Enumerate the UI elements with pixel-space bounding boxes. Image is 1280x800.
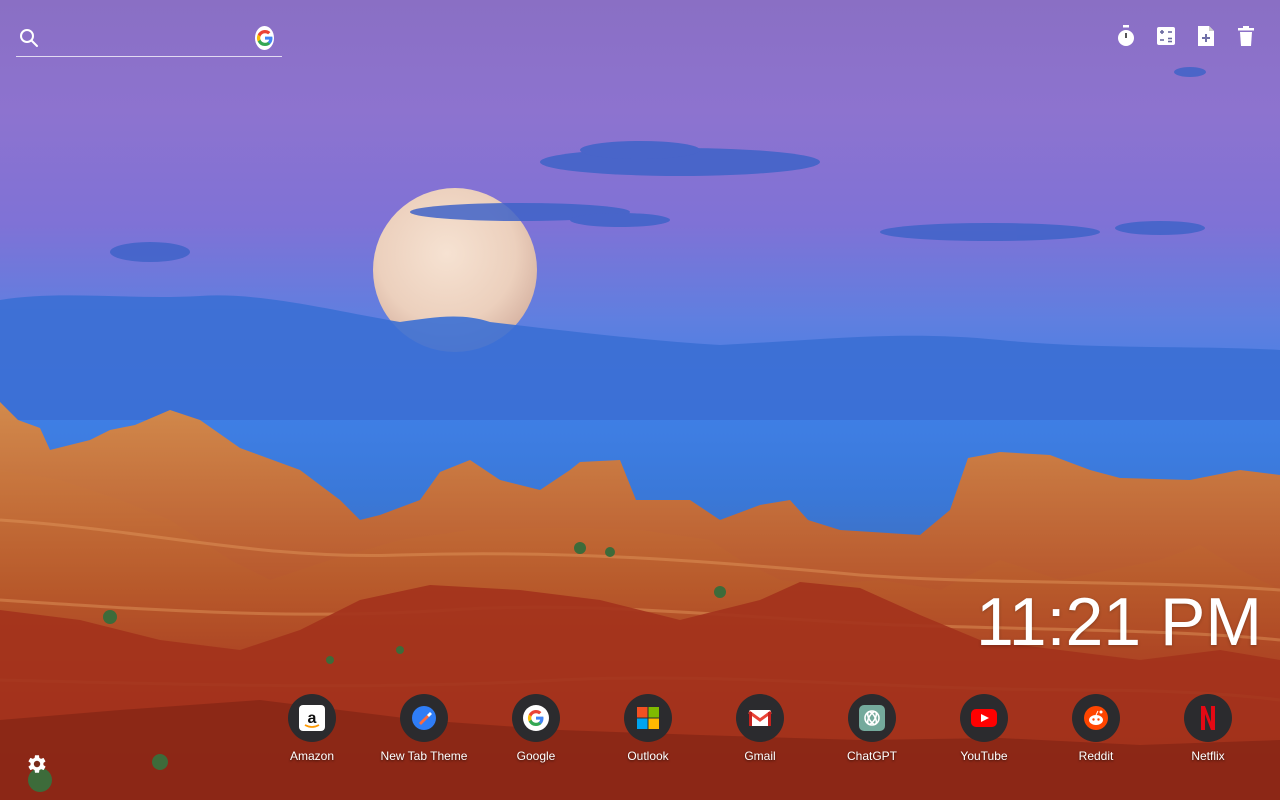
svg-text:a: a [308,710,317,727]
gear-icon[interactable] [24,752,48,776]
shortcut-label: Gmail [744,749,776,763]
google-icon [512,694,560,742]
shortcut-label: New Tab Theme [380,749,468,763]
new-tab-theme-icon [400,694,448,742]
shortcut-gmail[interactable]: Gmail [704,694,816,763]
search-input[interactable] [40,23,255,53]
shortcuts-dock: a Amazon New Tab Theme Google Outlook Gm… [256,694,1264,763]
search-icon[interactable] [18,27,40,49]
clock-time: 11:21 PM [975,584,1262,660]
background-wallpaper [0,0,1280,800]
reddit-icon [1072,694,1120,742]
google-g-icon[interactable] [255,26,274,50]
youtube-icon [960,694,1008,742]
microsoft-icon [624,694,672,742]
shortcut-netflix[interactable]: Netflix [1152,694,1264,763]
search-bar [16,20,282,57]
shortcut-google[interactable]: Google [480,694,592,763]
netflix-icon [1184,694,1232,742]
shortcut-amazon[interactable]: a Amazon [256,694,368,763]
shortcut-label: Netflix [1191,749,1225,763]
toolbar [1116,24,1256,48]
trash-icon[interactable] [1236,24,1256,48]
shortcut-label: Outlook [627,749,669,763]
clouds [110,67,1206,262]
gmail-icon [736,694,784,742]
shortcut-label: Amazon [289,749,335,763]
amazon-icon: a [288,694,336,742]
landscape-illustration [0,67,1280,800]
add-document-icon[interactable] [1196,24,1216,48]
chatgpt-icon [848,694,896,742]
shortcut-youtube[interactable]: YouTube [928,694,1040,763]
calculator-icon[interactable] [1156,24,1176,48]
shortcut-label: ChatGPT [846,749,897,763]
shortcut-label: YouTube [960,749,1008,763]
shortcut-outlook[interactable]: Outlook [592,694,704,763]
shortcut-label: Reddit [1078,749,1114,763]
stopwatch-icon[interactable] [1116,24,1136,48]
shortcut-reddit[interactable]: Reddit [1040,694,1152,763]
shortcut-new-tab-theme[interactable]: New Tab Theme [368,694,480,763]
shortcut-chatgpt[interactable]: ChatGPT [816,694,928,763]
shortcut-label: Google [516,749,556,763]
